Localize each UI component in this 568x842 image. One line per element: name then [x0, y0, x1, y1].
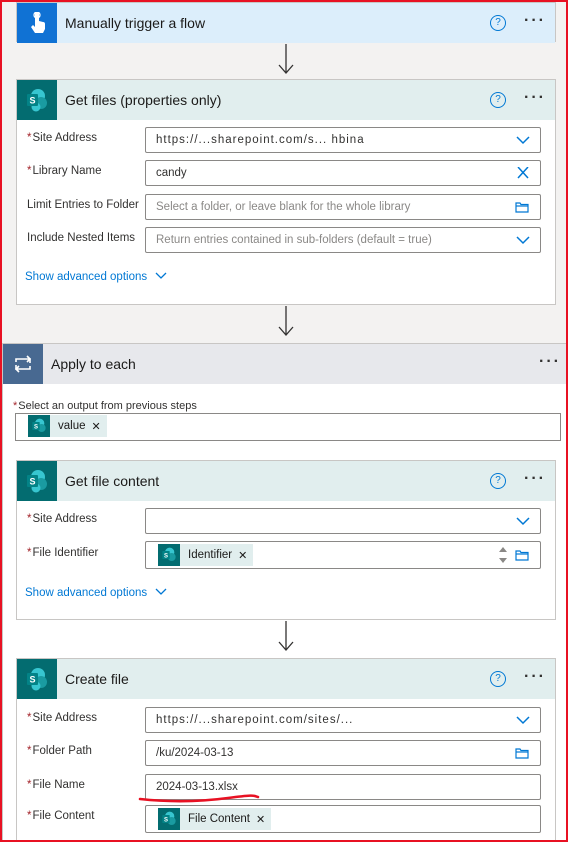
chevron-down-icon[interactable] — [516, 714, 530, 726]
show-advanced-options-link[interactable]: Show advanced options — [25, 271, 167, 283]
site-address-field[interactable]: https://...sharepoint.com/s... hbina — [145, 127, 541, 153]
chevron-down-icon — [155, 588, 167, 595]
file-content-label: *File Content — [27, 810, 95, 822]
chevron-down-icon[interactable] — [516, 515, 530, 527]
help-icon[interactable]: ? — [490, 92, 506, 108]
chevron-down-icon — [155, 272, 167, 279]
flow-arrow-icon — [278, 621, 294, 651]
include-nested-label: Include Nested Items — [27, 232, 136, 244]
show-advanced-options-link[interactable]: Show advanced options — [25, 587, 167, 599]
file-identifier-label: *File Identifier — [27, 547, 99, 559]
site-address-field[interactable] — [145, 508, 541, 534]
get-file-content-header[interactable]: S Get file content ? ··· — [17, 461, 555, 501]
help-icon[interactable]: ? — [490, 473, 506, 489]
more-options-icon[interactable]: ··· — [524, 12, 546, 30]
sharepoint-icon: S — [17, 80, 57, 120]
trigger-header[interactable]: Manually trigger a flow ? ··· — [17, 3, 555, 43]
get-files-card[interactable]: S Get files (properties only) ? ··· *Sit… — [16, 79, 556, 305]
clear-icon[interactable] — [516, 167, 530, 179]
trigger-card[interactable]: Manually trigger a flow ? ··· — [16, 2, 556, 43]
remove-token-icon[interactable]: ✕ — [238, 549, 247, 562]
select-output-label: *Select an output from previous steps — [13, 400, 197, 412]
folder-path-value: /ku/2024-03-13 — [156, 747, 234, 759]
library-name-value: candy — [156, 167, 187, 179]
get-file-content-title: Get file content — [65, 473, 160, 489]
select-output-field[interactable]: S value ✕ — [15, 413, 561, 441]
limit-entries-placeholder: Select a folder, or leave blank for the … — [156, 201, 411, 213]
trigger-title: Manually trigger a flow — [65, 15, 206, 31]
chevron-down-icon[interactable] — [516, 234, 530, 246]
svg-text:S: S — [34, 424, 38, 430]
create-file-header[interactable]: S Create file ? ··· — [17, 659, 555, 699]
site-address-label: *Site Address — [27, 513, 98, 525]
sharepoint-icon: S — [158, 544, 180, 566]
folder-icon[interactable] — [514, 201, 530, 213]
include-nested-field[interactable]: Return entries contained in sub-folders … — [145, 227, 541, 253]
more-options-icon[interactable]: ··· — [539, 353, 561, 371]
svg-text:S: S — [30, 96, 36, 106]
help-icon[interactable]: ? — [490, 15, 506, 31]
sharepoint-icon: S — [17, 461, 57, 501]
limit-entries-field[interactable]: Select a folder, or leave blank for the … — [145, 194, 541, 220]
remove-token-icon[interactable]: ✕ — [92, 420, 101, 433]
chevron-down-icon[interactable] — [516, 134, 530, 146]
site-address-label: *Site Address — [27, 132, 98, 144]
more-options-icon[interactable]: ··· — [524, 89, 546, 107]
get-files-title: Get files (properties only) — [65, 92, 222, 108]
svg-text:S: S — [30, 675, 36, 685]
get-file-content-card[interactable]: S Get file content ? ··· *Site Address *… — [16, 460, 556, 620]
site-address-value: https://...sharepoint.com/sites/... — [156, 714, 354, 726]
create-file-title: Create file — [65, 671, 129, 687]
touch-icon — [17, 3, 57, 43]
file-content-field[interactable]: S File Content ✕ — [145, 805, 541, 833]
apply-to-each-title: Apply to each — [51, 356, 136, 372]
site-address-label: *Site Address — [27, 712, 98, 724]
stepper-icon[interactable] — [498, 546, 508, 564]
apply-to-each-header[interactable]: Apply to each ··· — [3, 344, 566, 384]
create-file-card[interactable]: S Create file ? ··· *Site Address https:… — [16, 658, 556, 842]
help-icon[interactable]: ? — [490, 671, 506, 687]
folder-path-label: *Folder Path — [27, 745, 92, 757]
flow-arrow-icon — [278, 306, 294, 336]
limit-entries-label: Limit Entries to Folder — [27, 199, 139, 211]
svg-text:S: S — [30, 477, 36, 487]
file-content-token[interactable]: S File Content ✕ — [158, 808, 272, 830]
folder-icon[interactable] — [514, 549, 530, 561]
sharepoint-icon: S — [158, 808, 180, 830]
include-nested-placeholder: Return entries contained in sub-folders … — [156, 234, 432, 246]
file-identifier-field[interactable]: S Identifier ✕ — [145, 541, 541, 569]
folder-icon[interactable] — [514, 747, 530, 759]
more-options-icon[interactable]: ··· — [524, 470, 546, 488]
remove-token-icon[interactable]: ✕ — [256, 813, 265, 826]
identifier-token[interactable]: S Identifier ✕ — [158, 544, 254, 566]
loop-icon — [3, 344, 43, 384]
sharepoint-icon: S — [28, 415, 50, 437]
more-options-icon[interactable]: ··· — [524, 668, 546, 686]
library-name-label: *Library Name — [27, 165, 102, 177]
library-name-field[interactable]: candy — [145, 160, 541, 186]
annotation-underline — [138, 794, 260, 803]
folder-path-field[interactable]: /ku/2024-03-13 — [145, 740, 541, 766]
svg-text:S: S — [164, 817, 168, 823]
get-files-header[interactable]: S Get files (properties only) ? ··· — [17, 80, 555, 120]
svg-text:S: S — [164, 553, 168, 559]
value-token[interactable]: S value ✕ — [28, 415, 107, 437]
flow-arrow-icon — [278, 44, 294, 74]
sharepoint-icon: S — [17, 659, 57, 699]
site-address-field[interactable]: https://...sharepoint.com/sites/... — [145, 707, 541, 733]
site-address-value: https://...sharepoint.com/s... hbina — [156, 134, 365, 146]
file-name-label: *File Name — [27, 779, 85, 791]
